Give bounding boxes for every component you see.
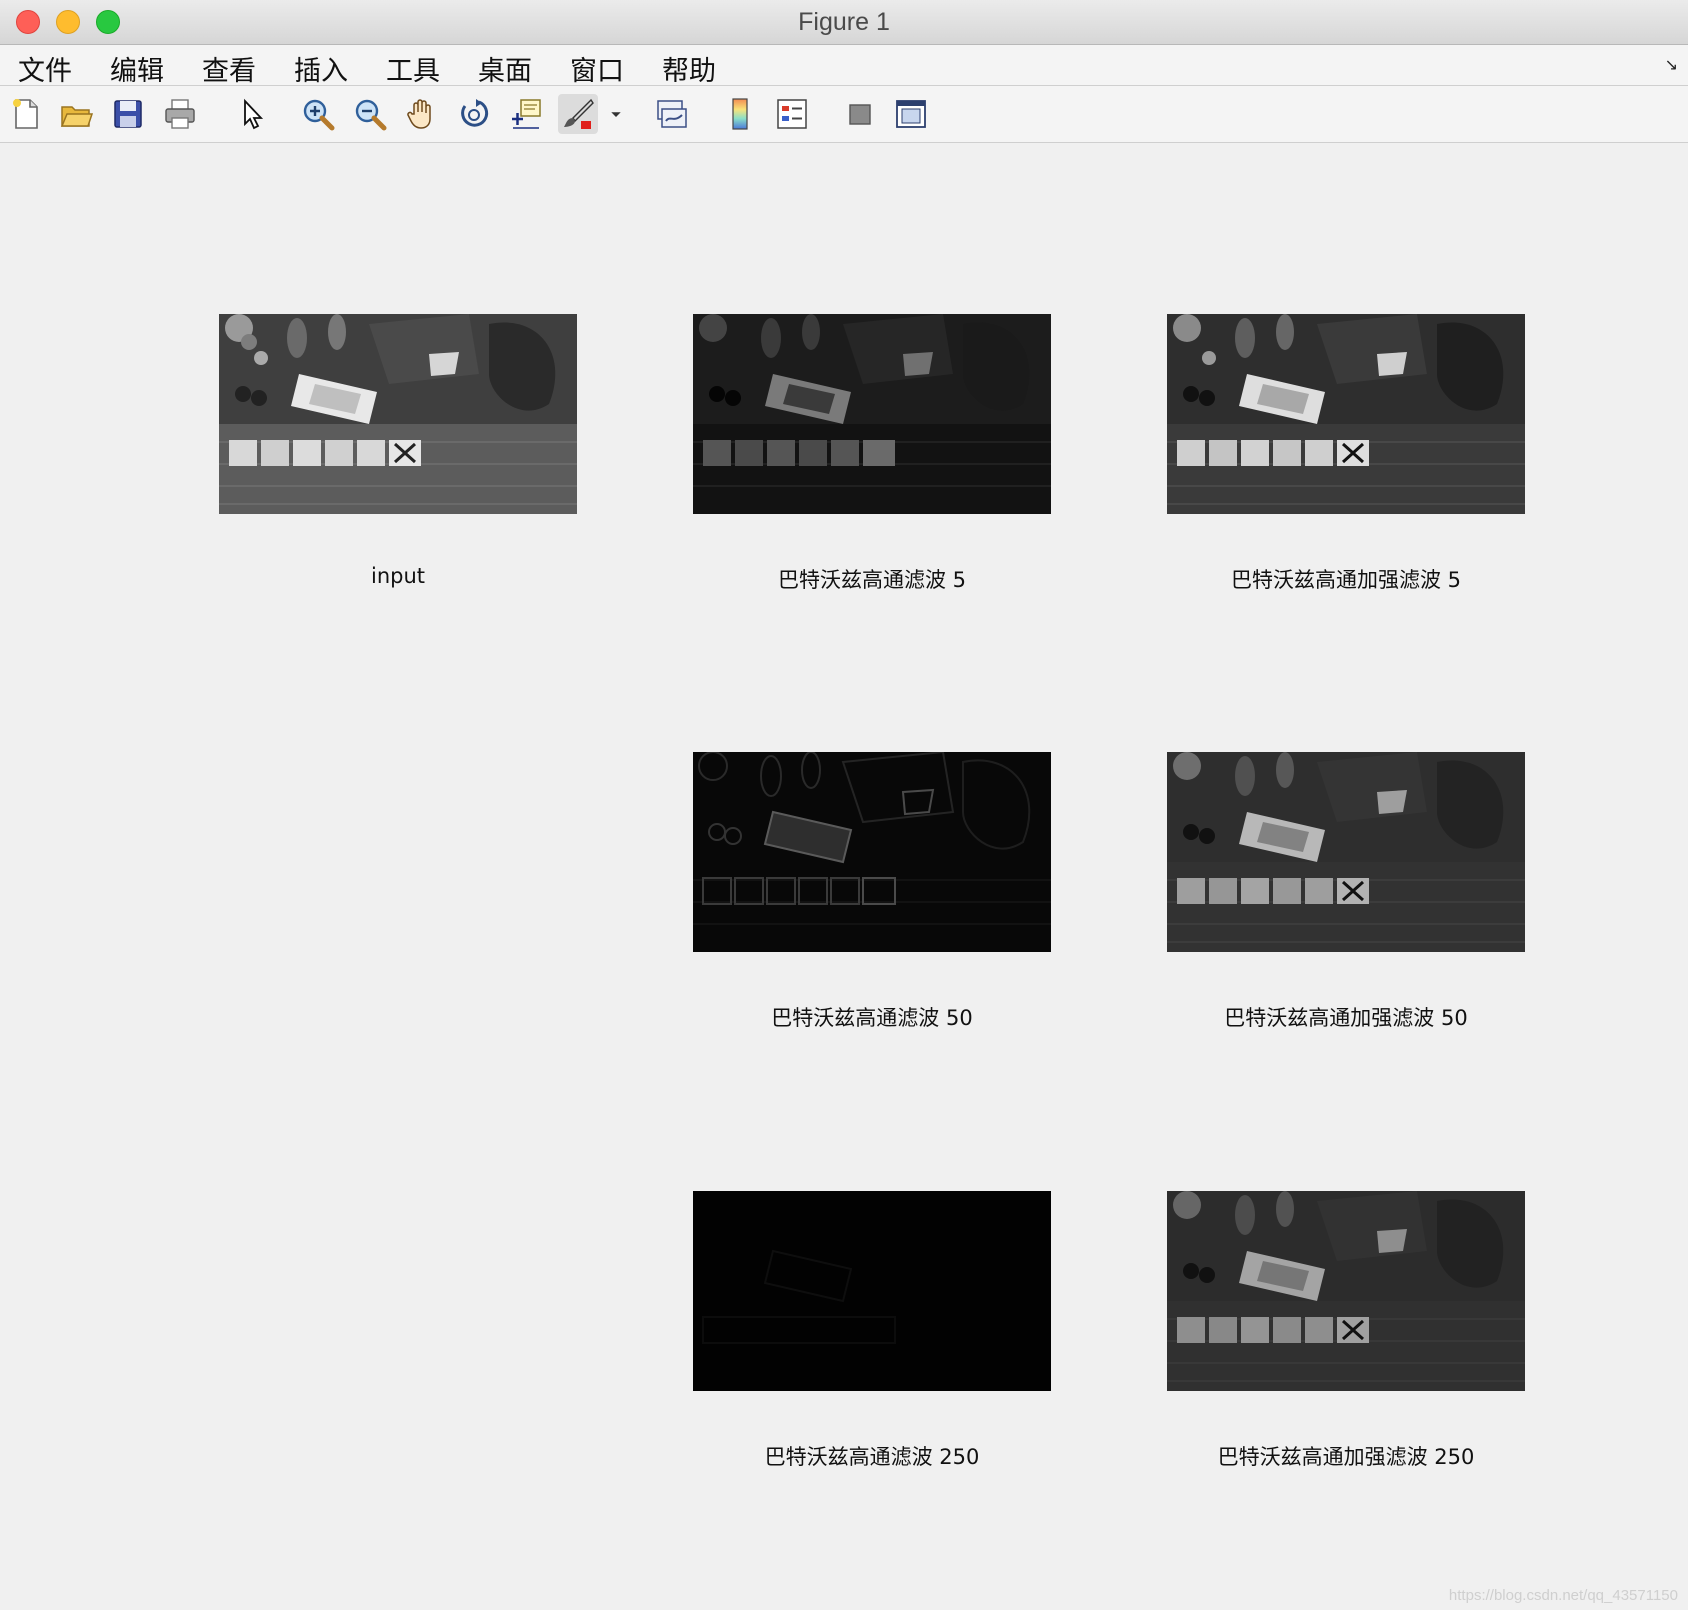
bh50-image-render bbox=[693, 752, 1051, 952]
show-plot-tools-icon bbox=[896, 100, 926, 128]
pointer-icon bbox=[244, 98, 264, 130]
subplot-bhe5: 巴特沃兹高通加强滤波 5 bbox=[1167, 314, 1525, 592]
window-title: Figure 1 bbox=[798, 8, 890, 36]
bhe5-image-render bbox=[1167, 314, 1525, 514]
show-plot-tools-button[interactable] bbox=[891, 94, 931, 134]
subplot-title: 巴特沃兹高通滤波 5 bbox=[777, 568, 967, 592]
open-file-button[interactable] bbox=[56, 94, 96, 134]
input-image-render bbox=[219, 314, 577, 514]
new-figure-icon bbox=[13, 99, 38, 129]
new-figure-button[interactable] bbox=[6, 94, 46, 134]
subplot-title: 巴特沃兹高通加强滤波 5 bbox=[1230, 568, 1462, 592]
subplot-title: 巴特沃兹高通滤波 250 bbox=[764, 1445, 980, 1469]
legend-button[interactable] bbox=[772, 94, 812, 134]
menu-desktop[interactable]: 桌面 bbox=[478, 49, 532, 88]
title-bar: Figure 1 bbox=[0, 0, 1688, 45]
pan-button[interactable] bbox=[402, 94, 442, 134]
subplot-bh50: 巴特沃兹高通滤波 50 bbox=[693, 752, 1051, 1030]
zoom-out-icon bbox=[355, 99, 387, 131]
bhe250-image[interactable] bbox=[1167, 1191, 1525, 1391]
bh5-image-render bbox=[693, 314, 1051, 514]
figure-window: Figure 1 文件 编辑 查看 插入 工具 桌面 窗口 帮助 ↘ input… bbox=[0, 0, 1688, 1610]
figure-canvas: input 巴特沃兹高通滤波 5 巴特沃兹高通加强滤波 5 巴特沃兹高通滤波 5… bbox=[0, 143, 1688, 1610]
bh5-image[interactable] bbox=[693, 314, 1051, 514]
colorbar-button[interactable] bbox=[720, 94, 760, 134]
zoom-in-icon bbox=[303, 99, 335, 131]
brush-button[interactable] bbox=[558, 94, 598, 134]
subplot-title: 巴特沃兹高通加强滤波 50 bbox=[1224, 1006, 1468, 1030]
bh250-image[interactable] bbox=[693, 1191, 1051, 1391]
bhe50-image-render bbox=[1167, 752, 1525, 952]
bh250-image-render bbox=[693, 1191, 1051, 1391]
save-icon bbox=[114, 100, 142, 128]
menu-edit[interactable]: 编辑 bbox=[110, 49, 164, 88]
figure-toolbar bbox=[0, 86, 1688, 143]
subplot-input: input bbox=[219, 314, 577, 588]
menu-bar: 文件 编辑 查看 插入 工具 桌面 窗口 帮助 ↘ bbox=[0, 45, 1688, 88]
zoom-in-button[interactable] bbox=[298, 94, 338, 134]
menu-tools[interactable]: 工具 bbox=[386, 49, 440, 88]
print-icon bbox=[165, 99, 195, 129]
watermark: https://blog.csdn.net/qq_43571150 bbox=[1448, 1587, 1678, 1604]
menu-window[interactable]: 窗口 bbox=[570, 49, 624, 88]
open-file-icon bbox=[60, 106, 93, 127]
save-button[interactable] bbox=[108, 94, 148, 134]
brush-icon bbox=[564, 98, 594, 129]
print-button[interactable] bbox=[160, 94, 200, 134]
legend-icon bbox=[777, 99, 807, 129]
rotate-3d-button[interactable] bbox=[454, 94, 494, 134]
brush-dropdown-button[interactable] bbox=[604, 94, 628, 134]
pointer-button[interactable] bbox=[232, 94, 272, 134]
link-plot-icon bbox=[657, 100, 687, 128]
data-cursor-button[interactable] bbox=[506, 94, 546, 134]
link-plot-button[interactable] bbox=[651, 94, 691, 134]
input-image[interactable] bbox=[219, 314, 577, 514]
hide-plot-tools-button[interactable] bbox=[840, 94, 880, 134]
menu-insert[interactable]: 插入 bbox=[294, 49, 348, 88]
bhe250-image-render bbox=[1167, 1191, 1525, 1391]
brush-dropdown-icon bbox=[611, 112, 621, 117]
bh50-image[interactable] bbox=[693, 752, 1051, 952]
subplot-bhe50: 巴特沃兹高通加强滤波 50 bbox=[1167, 752, 1525, 1030]
pan-hand-icon bbox=[407, 99, 431, 129]
subplot-title: 巴特沃兹高通滤波 50 bbox=[771, 1006, 973, 1030]
subplot-title: input bbox=[370, 564, 426, 588]
menu-view[interactable]: 查看 bbox=[202, 49, 256, 88]
menu-file[interactable]: 文件 bbox=[18, 49, 72, 88]
colorbar-icon bbox=[732, 98, 748, 130]
subplot-title: 巴特沃兹高通加强滤波 250 bbox=[1217, 1445, 1475, 1469]
bhe50-image[interactable] bbox=[1167, 752, 1525, 952]
subplot-bhe250: 巴特沃兹高通加强滤波 250 bbox=[1167, 1191, 1525, 1469]
bhe5-image[interactable] bbox=[1167, 314, 1525, 514]
zoom-out-button[interactable] bbox=[350, 94, 390, 134]
undock-arrow-icon[interactable]: ↘ bbox=[1665, 55, 1678, 74]
data-cursor-icon bbox=[512, 99, 541, 129]
rotate-3d-icon bbox=[461, 99, 489, 127]
menu-help[interactable]: 帮助 bbox=[662, 49, 716, 88]
subplot-bh5: 巴特沃兹高通滤波 5 bbox=[693, 314, 1051, 592]
hide-plot-tools-icon bbox=[849, 104, 871, 125]
subplot-bh250: 巴特沃兹高通滤波 250 bbox=[693, 1191, 1051, 1469]
